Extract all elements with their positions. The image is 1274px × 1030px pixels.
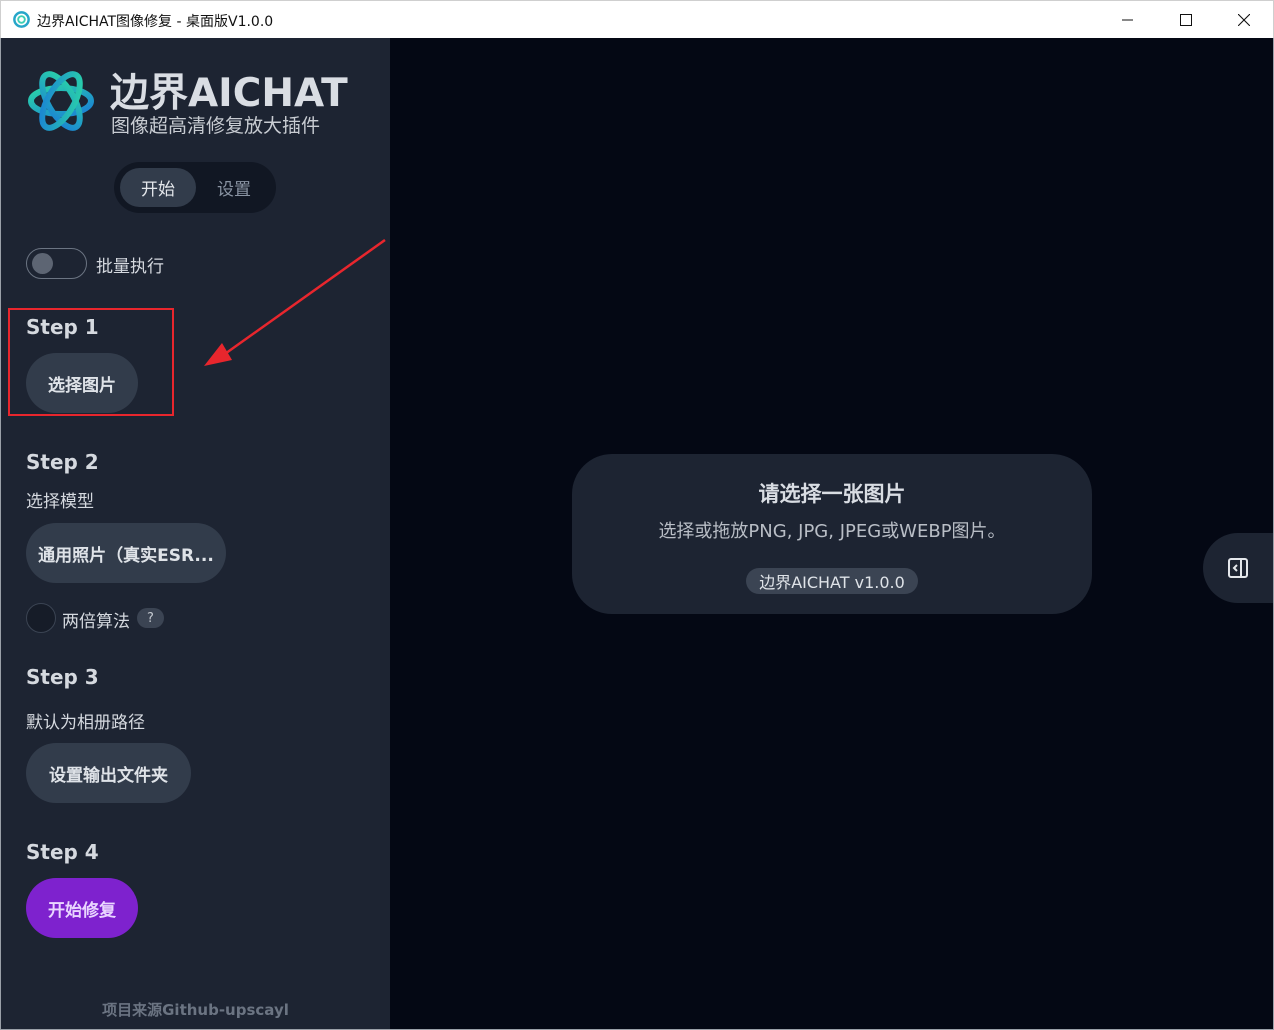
maximize-button[interactable]	[1157, 1, 1215, 38]
brand-title: 边界AICHAT	[110, 71, 348, 116]
batch-toggle[interactable]	[26, 248, 87, 279]
empty-state-title: 请选择一张图片	[758, 482, 906, 506]
empty-state-description: 选择或拖放PNG, JPG, JPEG或WEBP图片。	[658, 521, 1006, 542]
window-title: 边界AICHAT图像修复 - 桌面版V1.0.0	[37, 14, 274, 30]
help-icon[interactable]: ?	[137, 608, 164, 628]
annotation-highlight-box	[8, 308, 174, 416]
minimize-button[interactable]	[1099, 1, 1157, 38]
step3-desc: 默认为相册路径	[26, 713, 145, 733]
minimize-icon	[1122, 19, 1133, 20]
tab-bar: 开始 设置	[114, 162, 276, 213]
close-icon	[1238, 13, 1250, 26]
window-titlebar: 边界AICHAT图像修复 - 桌面版V1.0.0	[0, 0, 1274, 38]
maximize-icon	[1180, 13, 1192, 26]
brand-logo-icon	[28, 71, 94, 131]
double-algorithm-label: 两倍算法	[62, 612, 130, 632]
close-button[interactable]	[1215, 1, 1273, 38]
batch-label: 批量执行	[96, 257, 164, 277]
version-badge: 边界AICHAT v1.0.0	[746, 568, 918, 594]
app-logo-icon	[13, 11, 30, 28]
start-repair-button[interactable]: 开始修复	[26, 878, 138, 938]
tab-start[interactable]: 开始	[120, 168, 196, 207]
model-select-button[interactable]: 通用照片（真实ESR...	[26, 523, 226, 583]
set-output-folder-button[interactable]: 设置输出文件夹	[26, 743, 191, 803]
brand-subtitle: 图像超高清修复放大插件	[111, 115, 321, 137]
step2-desc: 选择模型	[26, 492, 94, 512]
step2-title: Step 2	[26, 450, 99, 474]
toggle-knob	[32, 253, 53, 274]
empty-state-card: 请选择一张图片 选择或拖放PNG, JPG, JPEG或WEBP图片。 边界AI…	[572, 454, 1092, 614]
footer-source-text[interactable]: 项目来源Github-upscayl	[1, 999, 390, 1020]
main-area[interactable]: 请选择一张图片 选择或拖放PNG, JPG, JPEG或WEBP图片。 边界AI…	[390, 38, 1273, 1029]
double-algorithm-checkbox[interactable]	[26, 603, 56, 633]
sidebar-collapse-icon	[1228, 558, 1248, 578]
step3-title: Step 3	[26, 665, 99, 689]
sidebar-collapse-button[interactable]	[1203, 533, 1273, 603]
sidebar: 边界AICHAT 图像超高清修复放大插件 开始 设置 批量执行 Step 1 选…	[1, 38, 390, 1029]
step4-title: Step 4	[26, 840, 99, 864]
tab-settings[interactable]: 设置	[200, 168, 268, 207]
